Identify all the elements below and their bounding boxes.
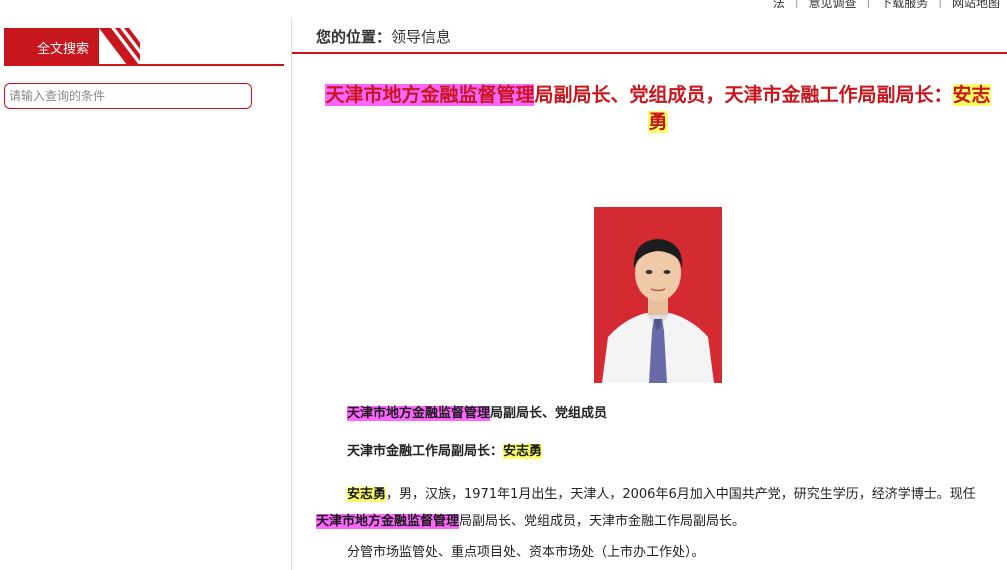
duties-paragraph: 分管市场监管处、重点项目处、资本市场处（上市办工作处）。 <box>347 545 705 560</box>
position-role: 局副局长、党组成员 <box>490 406 608 421</box>
decorative-stripes-icon <box>99 28 140 65</box>
top-nav-link-sitemap[interactable]: 网站地图 <box>949 0 1003 8</box>
leader-portrait <box>594 207 722 383</box>
breadcrumb-current[interactable]: 领导信息 <box>391 28 451 46</box>
sidebar: 全文搜索 <box>0 0 292 570</box>
page-title: 天津市地方金融监督管理局副局长、党组成员，天津市金融工作局副局长：安志勇 <box>318 82 998 136</box>
title-highlight-agency: 天津市地方金融监督管理 <box>325 84 535 106</box>
position-line-2: 天津市金融工作局副局长：安志勇 <box>347 442 543 462</box>
position-line: 天津市地方金融监督管理局副局长、党组成员 <box>347 404 607 424</box>
top-nav-link-download[interactable]: 下载服务 <box>877 0 931 8</box>
bio-text-2: 局副局长、党组成员，天津市金融工作局副局长。 <box>459 514 746 529</box>
top-nav-link-survey[interactable]: 意见调查 <box>806 0 860 8</box>
position-2-name-highlight: 安志勇 <box>503 444 543 459</box>
top-nav: 法 | 意见调查 | 下载服务 | 网站地图 <box>770 0 1003 8</box>
top-nav-separator: | <box>794 0 799 8</box>
content-divider <box>291 18 292 570</box>
bio-name-highlight: 安志勇 <box>347 487 387 502</box>
search-input[interactable] <box>4 83 252 109</box>
sidebar-divider <box>4 64 284 66</box>
top-nav-link[interactable]: 法 <box>770 0 788 8</box>
breadcrumb: 您的位置：领导信息 <box>316 26 451 47</box>
top-nav-separator: | <box>866 0 871 8</box>
bio-text-1: ，男，汉族，1971年1月出生，天津人，2006年6月加入中国共产党，研究生学历… <box>386 487 976 502</box>
fulltext-search-label: 全文搜索 <box>37 42 90 57</box>
header-rule <box>292 52 1007 54</box>
biography: 安志勇，男，汉族，1971年1月出生，天津人，2006年6月加入中国共产党，研究… <box>316 481 986 535</box>
breadcrumb-lead: 您的位置： <box>316 28 392 46</box>
top-nav-separator: | <box>938 0 943 8</box>
fulltext-search-tab[interactable]: 全文搜索 <box>4 28 140 65</box>
position-agency-highlight: 天津市地方金融监督管理 <box>347 406 491 421</box>
bio-agency-highlight: 天津市地方金融监督管理 <box>316 514 460 529</box>
title-middle: 局副局长、党组成员，天津市金融工作局副局长： <box>534 84 953 106</box>
position-2-role: 天津市金融工作局副局长： <box>347 444 504 459</box>
